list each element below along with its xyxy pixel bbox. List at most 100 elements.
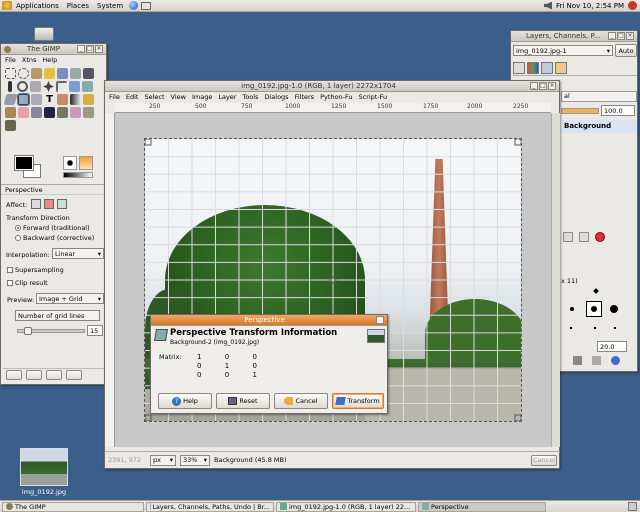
scale-icon[interactable] <box>82 81 93 92</box>
affect-selection-icon[interactable] <box>44 199 54 209</box>
minimize-button[interactable]: _ <box>77 45 85 53</box>
close-button[interactable]: × <box>548 82 556 90</box>
taskbar-item-gimp[interactable]: The GIMP <box>2 501 144 512</box>
reset-button[interactable]: Reset <box>216 393 270 409</box>
color-select-icon[interactable] <box>57 68 68 79</box>
interpolation-select[interactable]: Linear ▾ <box>52 248 104 259</box>
help-button[interactable]: ? Help <box>158 393 212 409</box>
menu-xtns[interactable]: Xtns <box>22 56 37 64</box>
clip-checkbox[interactable]: Clip result <box>7 279 48 287</box>
brush-dot-icon[interactable] <box>570 327 572 329</box>
paths-icon[interactable] <box>83 68 94 79</box>
desktop-file-label[interactable]: img_0192.jpg <box>18 488 70 496</box>
zoom-select[interactable]: 33% ▾ <box>180 454 210 466</box>
menu-script-fu[interactable]: Script-Fu <box>358 93 387 101</box>
horizontal-ruler[interactable]: 250 500 750 1000 1250 1500 1750 2000 225… <box>115 103 551 113</box>
maximize-button[interactable]: □ <box>539 82 547 90</box>
maximize-button[interactable]: □ <box>86 45 94 53</box>
minimize-button[interactable]: _ <box>530 82 538 90</box>
browser-icon[interactable] <box>129 1 139 10</box>
taskbar-item-image[interactable]: img_0192.jpg-1.0 (RGB, 1 layer) 22... <box>276 501 416 512</box>
desktop-file-thumbnail[interactable] <box>20 448 68 486</box>
layer-row[interactable]: Background <box>561 120 637 133</box>
layers-titlebar[interactable]: Layers, Channels, P... _ □ × <box>511 31 637 42</box>
opacity-spin[interactable]: 100.0 <box>601 105 635 116</box>
forward-radio-dot[interactable] <box>15 225 21 231</box>
cancel-button[interactable]: Cancel <box>274 393 328 409</box>
auto-button[interactable]: Auto <box>615 44 637 57</box>
transform-button[interactable]: Transform <box>332 393 384 409</box>
menu-filters[interactable]: Filters <box>295 93 314 101</box>
pencil-icon[interactable] <box>83 94 94 105</box>
preview-select[interactable]: Image + Grid ▾ <box>36 293 104 304</box>
menu-system[interactable]: System <box>93 2 127 10</box>
gradient-preview[interactable] <box>79 156 93 170</box>
grid-lines-value[interactable]: 15 <box>90 327 98 335</box>
scissors-icon[interactable] <box>70 68 81 79</box>
restore-options-icon[interactable] <box>26 370 42 380</box>
text-icon[interactable]: T <box>44 94 55 105</box>
ink-icon[interactable] <box>44 107 55 118</box>
close-button[interactable]: × <box>626 32 634 40</box>
crop-icon[interactable] <box>56 81 67 92</box>
heal-icon[interactable] <box>70 107 81 118</box>
delete-layer-icon[interactable] <box>595 232 605 242</box>
menu-view[interactable]: View <box>171 93 186 101</box>
menu-applications[interactable]: Applications <box>12 2 63 10</box>
volume-icon[interactable] <box>543 1 552 10</box>
rotate-icon[interactable] <box>69 81 80 92</box>
supersampling-box[interactable] <box>7 267 13 273</box>
spacing-value[interactable]: 20.0 <box>600 343 614 351</box>
grid-lines-slider-handle[interactable] <box>24 327 32 335</box>
minimize-button[interactable]: _ <box>608 32 616 40</box>
layers-image-select[interactable]: img_0192.jpg-1 ▾ <box>513 45 613 56</box>
brush-preview[interactable] <box>63 156 77 170</box>
backward-radio-dot[interactable] <box>15 235 21 241</box>
brush-dot-icon[interactable] <box>614 327 616 329</box>
trash-icon[interactable] <box>628 502 637 511</box>
pattern-preview[interactable] <box>63 172 93 178</box>
menu-file[interactable]: File <box>5 56 16 64</box>
opacity-value[interactable]: 100.0 <box>604 107 623 115</box>
menu-tools[interactable]: Tools <box>242 93 258 101</box>
perspective-icon[interactable] <box>17 93 30 106</box>
menu-layer[interactable]: Layer <box>218 93 236 101</box>
dodge-burn-icon[interactable] <box>5 120 16 131</box>
refresh-brush-icon[interactable] <box>611 356 620 365</box>
tab-channels-icon[interactable] <box>527 62 539 74</box>
supersampling-checkbox[interactable]: Supersampling <box>7 266 64 274</box>
affect-path-icon[interactable] <box>57 199 67 209</box>
layer-name[interactable]: Background <box>564 122 611 130</box>
duplicate-layer-icon[interactable] <box>563 232 573 242</box>
applications-icon[interactable] <box>2 1 12 10</box>
image-titlebar[interactable]: img_0192.jpg-1.0 (RGB, 1 layer) 2272x170… <box>105 81 559 92</box>
menu-edit[interactable]: Edit <box>126 93 139 101</box>
edit-brush-icon[interactable] <box>573 356 582 365</box>
delete-options-icon[interactable] <box>46 370 62 380</box>
spacing-spin[interactable]: 20.0 <box>597 341 627 352</box>
menu-python-fu[interactable]: Python-Fu <box>320 93 352 101</box>
blend-icon[interactable] <box>70 94 81 105</box>
toolbox-titlebar[interactable]: The GIMP _ □ × <box>1 44 106 55</box>
ellipse-select-icon[interactable] <box>18 68 29 79</box>
vertical-scrollbar[interactable] <box>551 113 560 447</box>
airbrush-icon[interactable] <box>31 107 42 118</box>
fuzzy-select-icon[interactable] <box>44 68 55 79</box>
brush-dot-icon[interactable] <box>593 288 599 294</box>
reset-options-icon[interactable] <box>66 370 82 380</box>
color-picker-icon[interactable] <box>8 81 12 92</box>
grid-lines-slider[interactable] <box>17 327 85 335</box>
clone-icon[interactable] <box>57 107 68 118</box>
status-cancel-button[interactable]: Cancel <box>531 454 557 466</box>
close-button[interactable]: × <box>95 45 103 53</box>
unit-select[interactable]: px ▾ <box>150 454 176 466</box>
opacity-slider[interactable] <box>561 108 599 114</box>
tab-undo-icon[interactable] <box>555 62 567 74</box>
vertical-ruler[interactable] <box>105 113 115 447</box>
brush-dot-icon[interactable] <box>594 327 596 329</box>
menu-dialogs[interactable]: Dialogs <box>264 93 288 101</box>
menu-image[interactable]: Image <box>192 93 212 101</box>
menu-places[interactable]: Places <box>63 2 93 10</box>
new-brush-icon[interactable] <box>592 356 601 365</box>
shear-icon[interactable] <box>3 94 18 105</box>
